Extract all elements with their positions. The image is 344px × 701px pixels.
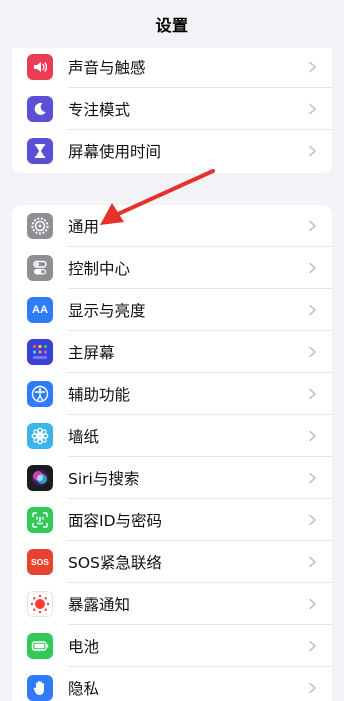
chevron-right-icon xyxy=(309,640,316,652)
row-accessibility[interactable]: 辅助功能 xyxy=(12,373,332,415)
row-label: 主屏幕 xyxy=(68,344,115,362)
hand-icon xyxy=(27,675,53,701)
row-home-screen[interactable]: 主屏幕 xyxy=(12,331,332,373)
row-label: 显示与亮度 xyxy=(68,302,146,320)
row-battery[interactable]: 电池 xyxy=(12,625,332,667)
chevron-right-icon xyxy=(309,598,316,610)
siri-icon xyxy=(27,465,53,491)
exposure-icon xyxy=(27,591,53,617)
face-id-icon xyxy=(27,507,53,533)
moon-icon xyxy=(27,96,53,122)
row-control-center[interactable]: 控制中心 xyxy=(12,247,332,289)
row-label: 控制中心 xyxy=(68,260,131,278)
chevron-right-icon xyxy=(309,430,316,442)
row-privacy[interactable]: 隐私 xyxy=(12,667,332,701)
accessibility-icon xyxy=(27,381,53,407)
row-exposure-notifications[interactable]: 暴露通知 xyxy=(12,583,332,625)
chevron-right-icon xyxy=(309,304,316,316)
row-label: 辅助功能 xyxy=(68,386,131,404)
chevron-right-icon xyxy=(309,682,316,694)
row-sounds-haptics[interactable]: 声音与触感 xyxy=(12,46,332,88)
speaker-icon xyxy=(27,54,53,80)
chevron-right-icon xyxy=(309,103,316,115)
sos-icon: SOS xyxy=(27,549,53,575)
flower-icon xyxy=(27,423,53,449)
row-label: 屏幕使用时间 xyxy=(68,143,162,161)
chevron-right-icon xyxy=(309,514,316,526)
page-title: 设置 xyxy=(155,16,189,35)
row-label: 墙纸 xyxy=(68,428,100,446)
row-label: 电池 xyxy=(68,638,100,656)
chevron-right-icon xyxy=(309,346,316,358)
row-screen-time[interactable]: 屏幕使用时间 xyxy=(12,130,332,172)
navigation-bar: 设置 xyxy=(0,0,344,48)
chevron-right-icon xyxy=(309,262,316,274)
row-label: Siri与搜索 xyxy=(68,470,140,488)
row-focus[interactable]: 专注模式 xyxy=(12,88,332,130)
text-size-icon: AA xyxy=(27,297,53,323)
hourglass-icon xyxy=(27,138,53,164)
home-grid-icon xyxy=(27,339,53,365)
row-display-brightness[interactable]: AA 显示与亮度 xyxy=(12,289,332,331)
chevron-right-icon xyxy=(309,472,316,484)
row-emergency-sos[interactable]: SOS SOS紧急联络 xyxy=(12,541,332,583)
chevron-right-icon xyxy=(309,220,316,232)
settings-group-focus: 声音与触感 专注模式 屏幕使用时间 xyxy=(12,40,332,173)
row-face-id-passcode[interactable]: 面容ID与密码 xyxy=(12,499,332,541)
row-label: 声音与触感 xyxy=(68,59,146,77)
row-wallpaper[interactable]: 墙纸 xyxy=(12,415,332,457)
row-label: 专注模式 xyxy=(68,101,131,119)
chevron-right-icon xyxy=(309,61,316,73)
row-general[interactable]: 通用 xyxy=(12,205,332,247)
row-label: SOS紧急联络 xyxy=(68,554,162,572)
chevron-right-icon xyxy=(309,388,316,400)
chevron-right-icon xyxy=(309,556,316,568)
row-siri-search[interactable]: Siri与搜索 xyxy=(12,457,332,499)
row-label: 隐私 xyxy=(68,680,100,698)
battery-icon xyxy=(27,633,53,659)
gear-icon xyxy=(27,213,53,239)
chevron-right-icon xyxy=(309,145,316,157)
row-label: 暴露通知 xyxy=(68,596,131,614)
row-label: 通用 xyxy=(68,218,100,236)
settings-group-general: 通用 控制中心 AA 显示与亮度 主屏幕 辅助功能 墙纸 Siri与搜索 面容I… xyxy=(12,205,332,701)
toggles-icon xyxy=(27,255,53,281)
row-label: 面容ID与密码 xyxy=(68,512,163,530)
